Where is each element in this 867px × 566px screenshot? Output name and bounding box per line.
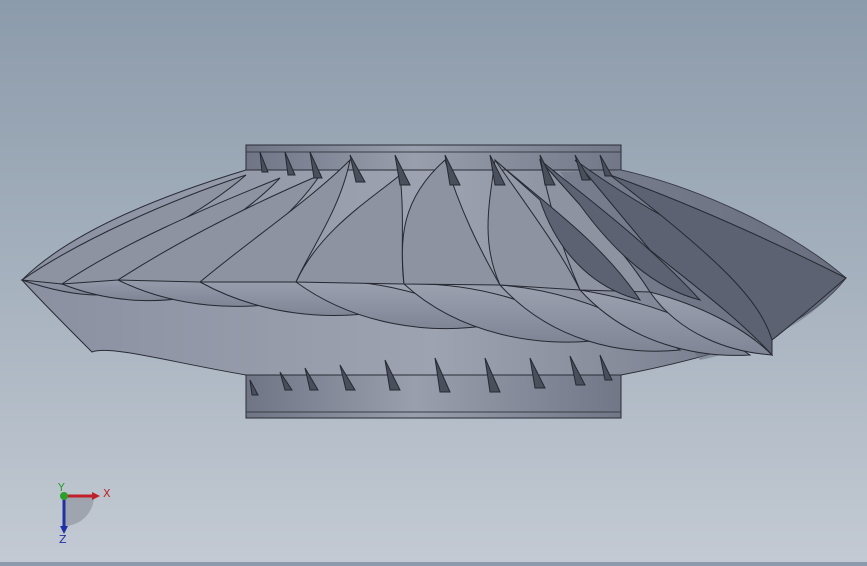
reference-triad: X Y Z [48, 481, 118, 548]
graphics-viewport[interactable]: X Y Z [0, 0, 867, 562]
x-axis-arrow [92, 492, 100, 500]
upper-hub [245, 144, 622, 171]
triad-shadow [64, 496, 94, 526]
impeller-model[interactable] [0, 0, 867, 562]
x-axis-label: X [103, 487, 111, 500]
y-axis-label: Y [57, 482, 65, 494]
z-axis-label: Z [59, 533, 67, 546]
